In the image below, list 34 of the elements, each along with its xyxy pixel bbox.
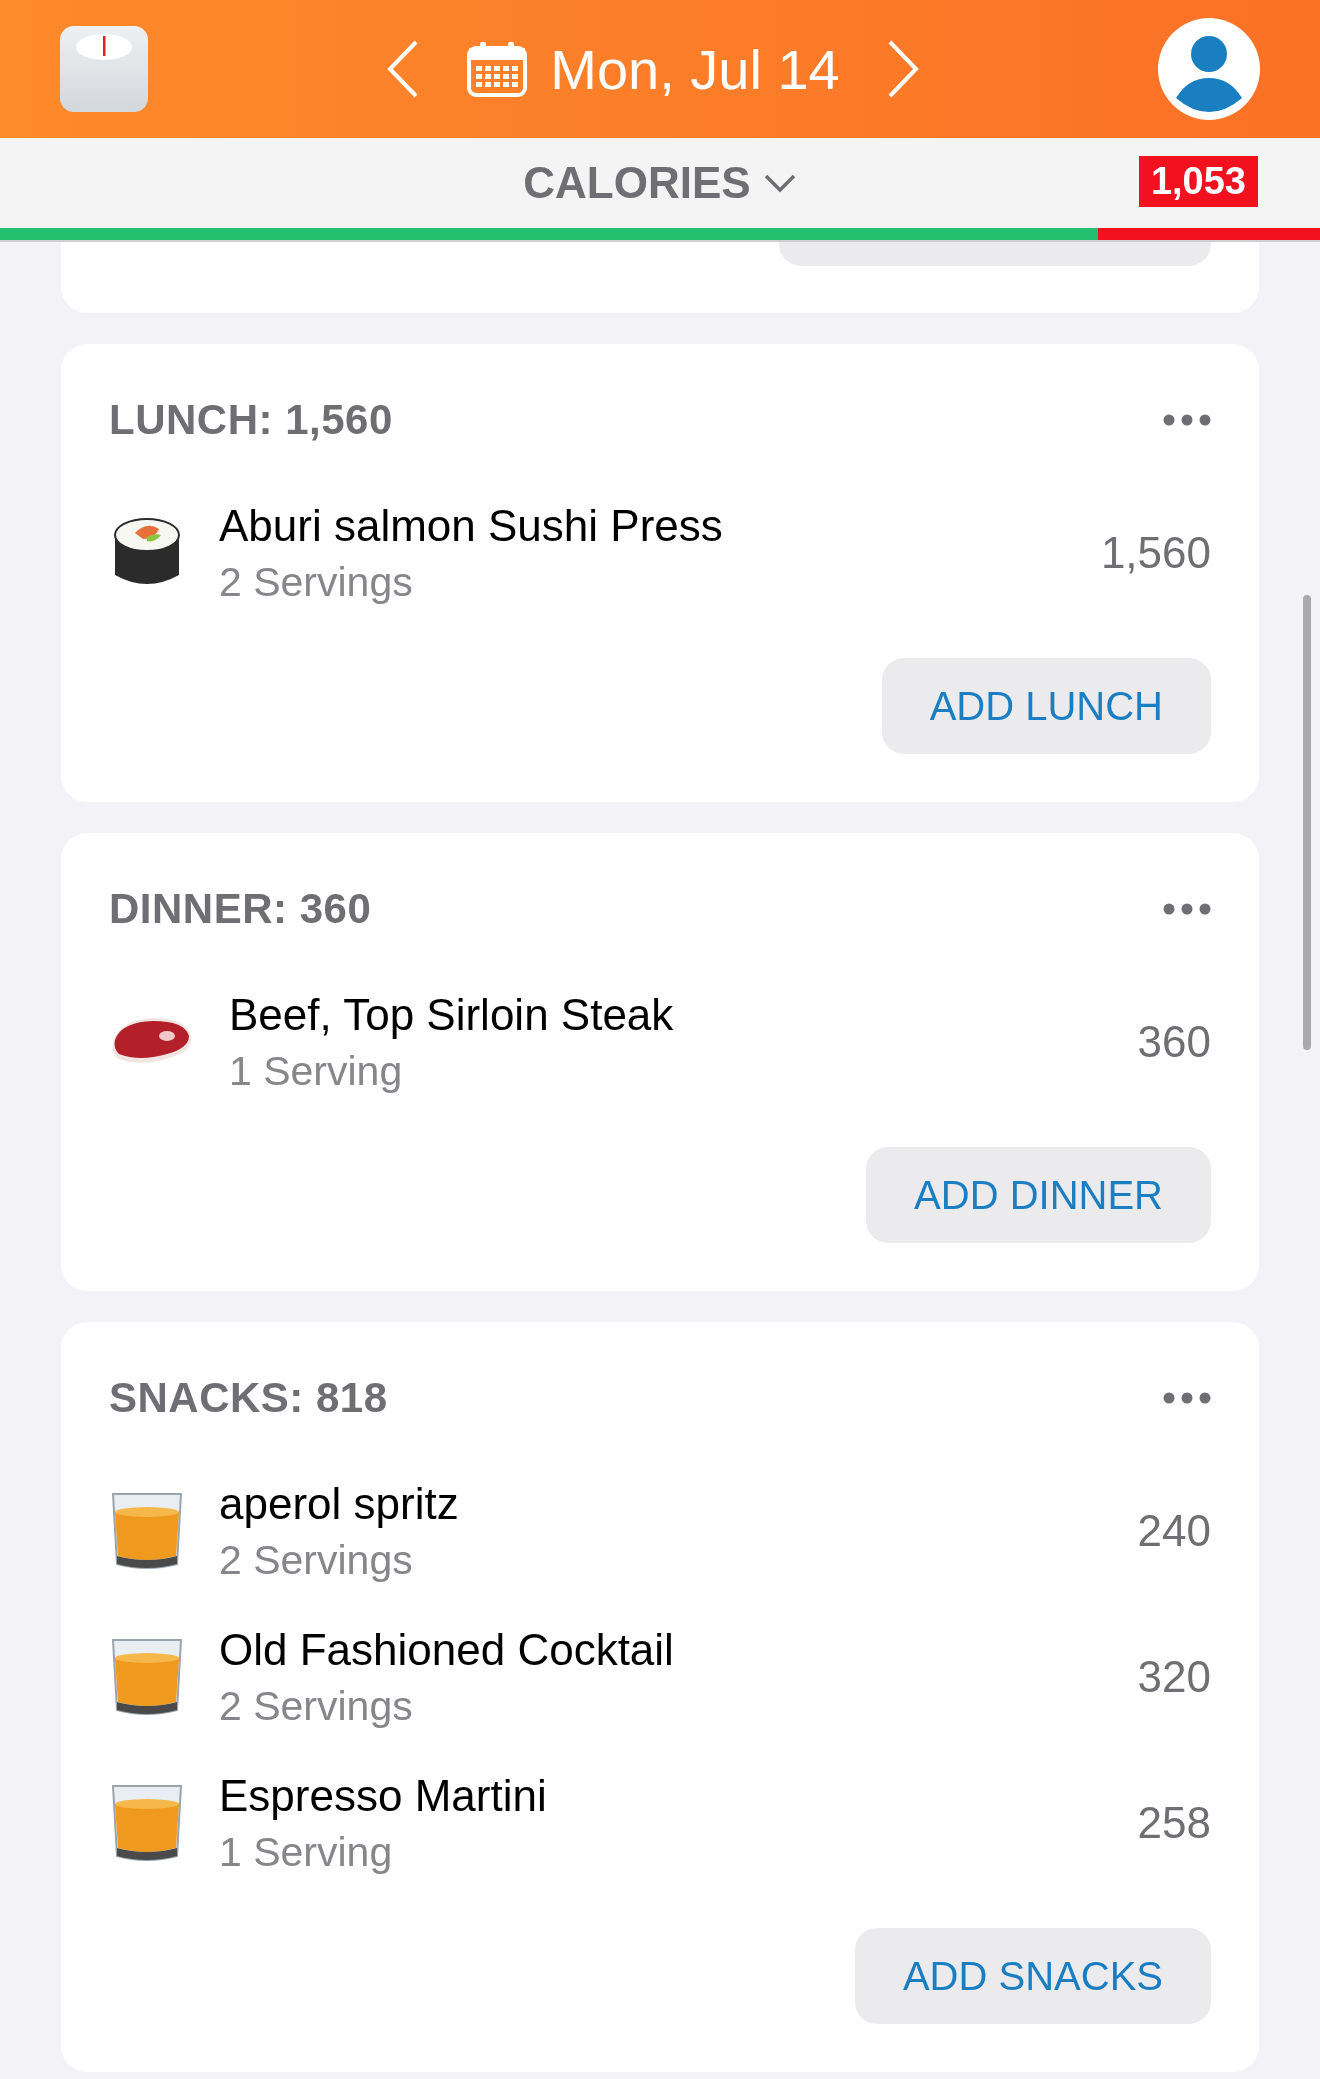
calories-value: 1,560 xyxy=(1100,528,1211,578)
food-name[interactable]: Espresso Martini xyxy=(219,1770,1104,1821)
servings-text: 2 Servings xyxy=(219,1682,414,1730)
meal-title: DINNER: 360 xyxy=(109,885,372,933)
calories-value: 240 xyxy=(1137,1506,1211,1556)
servings-text: 2 Servings xyxy=(219,1536,414,1584)
meal-title: SNACKS: 818 xyxy=(109,1374,388,1422)
add-meal-button[interactable]: ADD SNACKS xyxy=(854,1928,1211,2024)
calories-value: 320 xyxy=(1137,1652,1211,1702)
tumbler-glass-icon xyxy=(109,1490,185,1572)
add-meal-button[interactable]: ADD LUNCH xyxy=(881,658,1211,754)
tumbler-glass-icon xyxy=(109,1636,185,1718)
profile-avatar-icon[interactable] xyxy=(1158,18,1260,120)
calories-value: 258 xyxy=(1137,1798,1211,1848)
food-name[interactable]: Aburi salmon Sushi Press xyxy=(219,500,1067,551)
servings-text: 2 Servings xyxy=(219,558,414,606)
servings-text: 1 Serving xyxy=(219,1828,394,1876)
food-name[interactable]: Beef, Top Sirloin Steak xyxy=(229,989,1104,1040)
scrollbar[interactable] xyxy=(1303,595,1311,1050)
more-options-icon[interactable] xyxy=(1163,414,1211,426)
tumbler-glass-icon xyxy=(109,1782,185,1864)
calorie-count-badge: 1,053 xyxy=(1138,156,1258,207)
scale-app-icon[interactable] xyxy=(60,26,148,112)
food-name[interactable]: aperol spritz xyxy=(219,1478,1104,1529)
calories-value: 360 xyxy=(1137,1017,1211,1067)
more-options-icon[interactable] xyxy=(1163,903,1211,915)
calories-dropdown[interactable]: CALORIES xyxy=(523,158,797,208)
food-name[interactable]: Old Fashioned Cocktail xyxy=(219,1624,1104,1675)
more-options-icon[interactable] xyxy=(1163,1392,1211,1404)
meal-title: LUNCH: 1,560 xyxy=(109,396,393,444)
servings-text: 1 Serving xyxy=(229,1047,404,1095)
add-meal-button[interactable]: ADD DINNER xyxy=(866,1147,1211,1243)
calendar-icon[interactable] xyxy=(466,40,529,98)
chevron-down-icon[interactable] xyxy=(762,173,797,193)
